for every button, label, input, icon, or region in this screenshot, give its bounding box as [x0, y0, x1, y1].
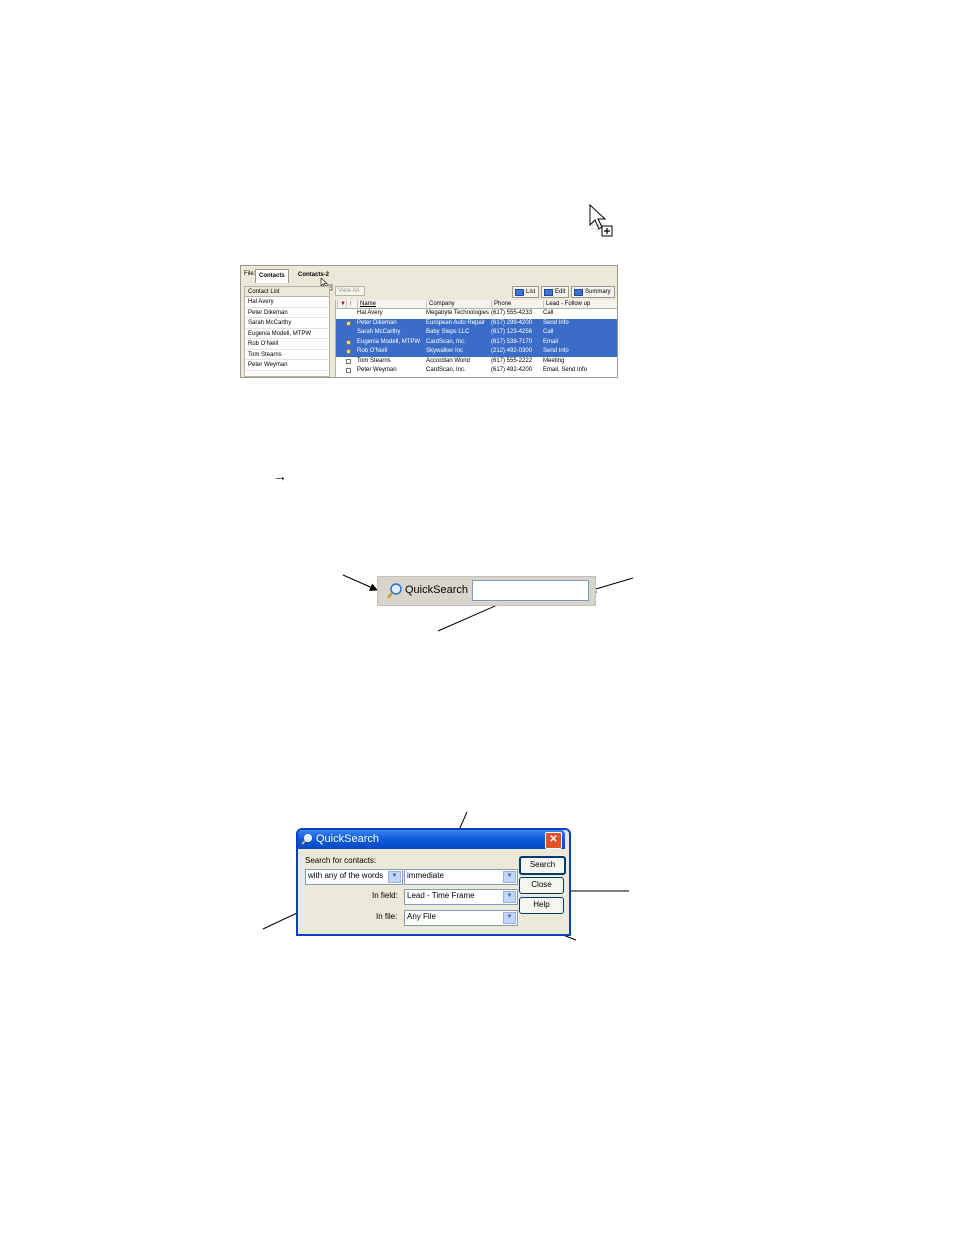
contact-list-panel: Contact List Hal Avery Peter Dikeman Sarah…	[244, 286, 330, 377]
in-file-value: Any File	[407, 912, 436, 921]
contacts-window: File: Contacts Contacts-2 Contact List H…	[240, 265, 618, 378]
column-header-name[interactable]: Name	[357, 300, 425, 309]
table-row[interactable]: Eugenia Modell, MTPW CardScan, Inc. (617) …	[336, 337, 617, 347]
view-all-button[interactable]: View All	[335, 286, 365, 296]
cell-name: Sarah McCarthy	[357, 329, 401, 335]
quicksearch-icon	[301, 834, 312, 845]
match-mode-select[interactable]: with any of the words ▼	[305, 869, 403, 885]
cell-name: Tom Stearns	[357, 357, 391, 364]
summary-view-button[interactable]: Summary	[571, 286, 615, 298]
chevron-down-icon[interactable]: ▼	[388, 871, 401, 883]
chevron-down-icon[interactable]: ▼	[503, 891, 516, 903]
arrow-to-quicksearch-label	[342, 574, 378, 591]
cell-phone: (617) 492-4200	[491, 367, 533, 373]
list-item[interactable]: Sarah McCarthy	[245, 318, 329, 329]
cell-follow-up: Meeting	[543, 357, 565, 364]
column-header-company[interactable]: Company	[426, 300, 490, 309]
cell-company: Skywalker Inc	[426, 348, 464, 354]
list-item[interactable]: Peter Dikeman	[245, 308, 329, 318]
chevron-down-icon[interactable]: ▼	[503, 912, 516, 924]
grid-header: ▼ ↑ Name Company Phone Lead - Follow up	[336, 300, 617, 309]
cell-follow-up: Email	[543, 338, 559, 345]
list-icon	[515, 289, 524, 296]
quicksearch-icon	[387, 583, 402, 599]
quicksearch-label[interactable]: QuickSearch	[405, 584, 468, 596]
list-item[interactable]: Rob O'Neill	[245, 339, 329, 350]
file-tabs: File: Contacts Contacts-2	[241, 266, 617, 291]
dialog-titlebar[interactable]: QuickSearch ✕	[298, 830, 565, 849]
contacts-grid: ▼ ↑ Name Company Phone Lead - Follow up …	[335, 300, 617, 377]
cell-phone: (617) 538-7170	[491, 338, 533, 345]
menu-path-arrow: →	[273, 468, 287, 484]
callout-arrows	[262, 574, 634, 941]
cell-follow-up: Call	[543, 310, 554, 316]
cell-company: Baby Steps LLC	[426, 329, 470, 335]
contact-record-icon	[346, 366, 356, 377]
in-field-label: In field:	[372, 891, 398, 900]
help-button[interactable]: Help	[519, 897, 564, 914]
cell-phone: (617) 555-4233	[491, 310, 533, 316]
list-item[interactable]: Hal Avery	[245, 297, 329, 308]
in-field-select[interactable]: Lead - Time Frame ▼	[404, 889, 518, 905]
edit-icon	[544, 289, 553, 296]
cell-company: Accordian World	[426, 357, 470, 364]
cell-name: Peter Weyman	[357, 367, 397, 373]
cell-follow-up: Send Info	[543, 319, 569, 326]
table-row[interactable]: Peter Dikeman European Auto Repair (617) 2…	[336, 318, 617, 328]
summary-view-label: Summary	[585, 289, 611, 295]
in-file-label: In file:	[376, 912, 398, 921]
cell-company: CardScan, Inc.	[426, 367, 466, 373]
in-field-value: Lead - Time Frame	[407, 891, 475, 900]
cell-name: Hal Avery	[357, 310, 383, 316]
dialog-title: QuickSearch	[316, 833, 379, 845]
close-button[interactable]: Close	[519, 877, 564, 894]
quicksearch-toolbar: QuickSearch	[377, 576, 596, 606]
chevron-down-icon[interactable]: ▼	[503, 871, 516, 883]
summary-icon	[574, 289, 583, 296]
cell-company: CardScan, Inc.	[426, 338, 466, 345]
cell-company: European Auto Repair	[426, 319, 486, 326]
table-row[interactable]: Hal Avery Megabyte Technologies (617) 555-…	[336, 309, 617, 319]
cell-follow-up: Email, Send Info	[543, 367, 588, 373]
edit-view-button[interactable]: Edit	[541, 286, 570, 298]
table-row[interactable]: Tom Stearns Accordian World (617) 555-2222…	[336, 357, 617, 367]
column-header-follow-up[interactable]: Lead - Follow up	[543, 300, 617, 309]
list-item[interactable]: Peter Weyman	[245, 360, 329, 371]
table-row[interactable]: Peter Weyman CardScan, Inc. (617) 492-4200…	[336, 366, 617, 376]
filter-icon[interactable]: ▼	[337, 300, 346, 309]
close-icon[interactable]: ✕	[545, 832, 562, 849]
match-mode-value: with any of the words	[308, 871, 384, 880]
cell-name: Peter Dikeman	[357, 319, 397, 326]
cell-name: Eugenia Modell, MTPW	[357, 338, 421, 345]
cell-phone: (617) 123-4256	[491, 329, 533, 335]
column-header-phone[interactable]: Phone	[491, 300, 542, 309]
search-text-value: immediate	[407, 871, 444, 880]
list-view-button[interactable]: List	[512, 286, 540, 298]
drag-add-cursor-icon	[589, 203, 613, 237]
tab-contacts[interactable]: Contacts	[255, 269, 289, 283]
cell-follow-up: Send Info	[543, 348, 569, 354]
search-button[interactable]: Search	[519, 856, 566, 875]
list-item[interactable]: Eugenia Modell, MTPW	[245, 329, 329, 339]
search-text-field[interactable]: immediate ▼	[404, 869, 518, 885]
sort-icon[interactable]: ↑	[346, 300, 356, 309]
cell-follow-up: Call	[543, 329, 554, 335]
file-label: File:	[244, 271, 256, 277]
table-row[interactable]: Rob O'Neill Skywalker Inc (212) 492-0300 Se…	[336, 347, 617, 357]
edit-view-label: Edit	[555, 289, 566, 295]
cell-phone: (617) 555-2222	[491, 357, 533, 364]
cell-company: Megabyte Technologies	[426, 310, 489, 316]
list-view-label: List	[526, 289, 536, 295]
cell-phone: (617) 299-4200	[491, 319, 533, 326]
quicksearch-dialog: QuickSearch ✕ Search for contacts: with …	[296, 828, 571, 936]
contact-list-header[interactable]: Contact List	[245, 287, 329, 297]
search-for-label: Search for contacts:	[305, 856, 377, 865]
in-file-select[interactable]: Any File ▼	[404, 910, 518, 926]
cell-phone: (212) 492-0300	[491, 348, 533, 354]
table-row[interactable]: Sarah McCarthy Baby Steps LLC (617) 123-42…	[336, 328, 617, 338]
list-item[interactable]: Tom Stearns	[245, 350, 329, 360]
cell-name: Rob O'Neill	[357, 348, 388, 354]
quicksearch-input[interactable]	[472, 580, 589, 601]
